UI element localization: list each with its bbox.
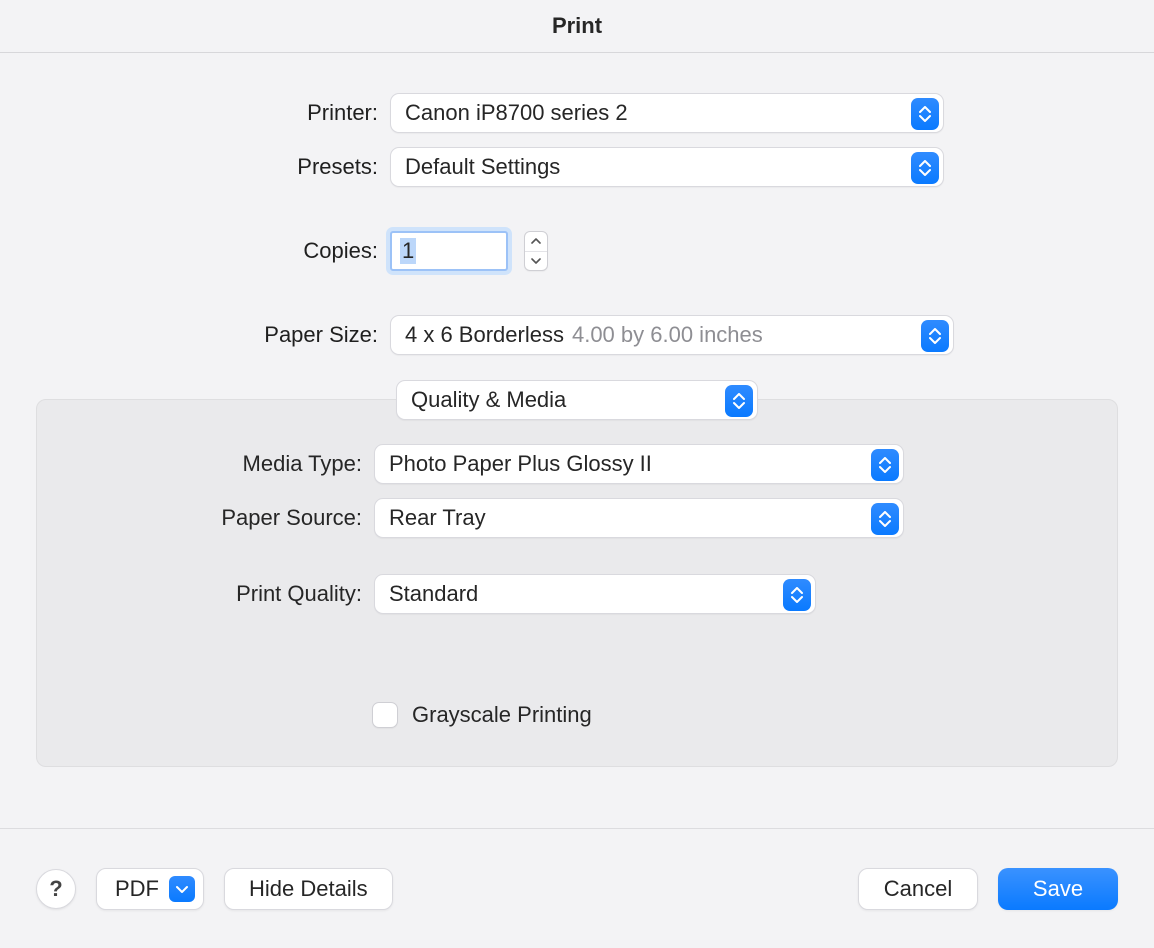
grayscale-checkbox[interactable] [372,702,398,728]
updown-icon [725,385,753,417]
print-quality-value: Standard [389,581,478,607]
section-panel: Quality & Media Media Type: Photo Paper … [36,399,1118,767]
updown-icon [783,579,811,611]
help-button[interactable]: ? [36,869,76,909]
copies-value: 1 [400,238,416,264]
section-select-value: Quality & Media [411,387,566,413]
updown-icon [871,449,899,481]
presets-select-value: Default Settings [405,154,560,180]
media-type-label: Media Type: [37,451,362,477]
section-select[interactable]: Quality & Media [396,380,758,420]
paper-size-value: 4 x 6 Borderless [405,322,564,348]
copies-input[interactable]: 1 [390,231,508,271]
printer-select-value: Canon iP8700 series 2 [405,100,628,126]
media-type-select[interactable]: Photo Paper Plus Glossy II [374,444,904,484]
hide-details-button[interactable]: Hide Details [224,868,393,910]
stepper-down-icon[interactable] [525,252,547,271]
media-type-value: Photo Paper Plus Glossy II [389,451,652,477]
pdf-menu-button[interactable]: PDF [96,868,204,910]
cancel-button[interactable]: Cancel [858,868,978,910]
paper-size-detail: 4.00 by 6.00 inches [572,322,763,348]
print-quality-label: Print Quality: [37,581,362,607]
save-button[interactable]: Save [998,868,1118,910]
updown-icon [911,98,939,130]
presets-select[interactable]: Default Settings [390,147,944,187]
paper-size-select[interactable]: 4 x 6 Borderless 4.00 by 6.00 inches [390,315,954,355]
paper-source-select[interactable]: Rear Tray [374,498,904,538]
updown-icon [911,152,939,184]
copies-label: Copies: [0,238,378,264]
dialog-title: Print [0,0,1154,53]
dialog-body: Printer: Canon iP8700 series 2 Presets: … [0,53,1154,767]
dialog-footer: ? PDF Hide Details Cancel Save [0,828,1154,948]
help-icon: ? [49,876,62,902]
grayscale-label: Grayscale Printing [412,702,592,728]
hide-details-label: Hide Details [249,876,368,902]
presets-label: Presets: [0,154,378,180]
paper-size-label: Paper Size: [0,322,378,348]
copies-stepper[interactable] [524,231,548,271]
updown-icon [921,320,949,352]
paper-source-value: Rear Tray [389,505,486,531]
cancel-label: Cancel [884,876,952,902]
printer-select[interactable]: Canon iP8700 series 2 [390,93,944,133]
pdf-menu-label: PDF [115,876,159,902]
stepper-up-icon[interactable] [525,232,547,252]
print-quality-select[interactable]: Standard [374,574,816,614]
paper-source-label: Paper Source: [37,505,362,531]
save-label: Save [1033,876,1083,902]
updown-icon [871,503,899,535]
printer-label: Printer: [0,100,378,126]
chevron-down-icon [169,876,195,902]
